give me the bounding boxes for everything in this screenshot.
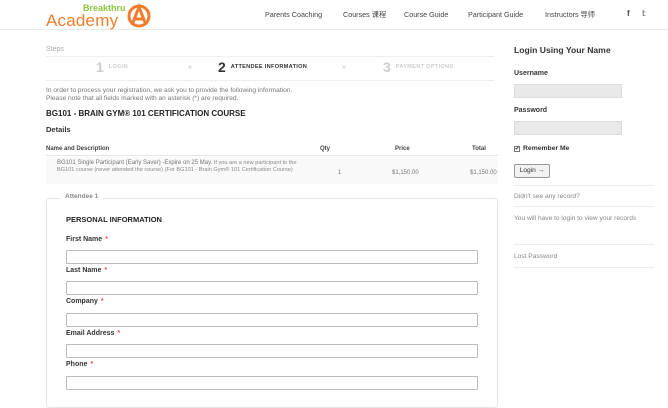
divider <box>514 185 654 186</box>
ticket-price: $1,150.00 <box>392 170 419 176</box>
phone-field[interactable] <box>66 376 478 390</box>
steps-label: Steps <box>46 46 64 53</box>
no-record-link[interactable]: Didn't see any record? <box>514 191 644 202</box>
attendee-legend: Attendee 1 <box>60 193 104 200</box>
company-field[interactable] <box>66 313 478 327</box>
first-name-label: First Name * <box>66 236 108 243</box>
instruction-text: In order to process your registration, w… <box>46 87 293 94</box>
divider <box>514 244 654 245</box>
email-field[interactable] <box>66 344 478 358</box>
divider <box>46 80 494 81</box>
step-payment-options: 3 PAYMENT OPTIONS <box>383 59 454 75</box>
company-label: Company * <box>66 298 104 305</box>
step-arrow: » <box>188 64 192 71</box>
username-input[interactable] <box>514 84 622 98</box>
nav-participant-guide[interactable]: Participant Guide <box>468 10 523 19</box>
step-attendee-information: 2 ATTENDEE INFORMATION <box>218 59 308 75</box>
col-header-qty: Qty <box>320 146 331 152</box>
ticket-qty: 1 <box>338 170 342 176</box>
divider <box>46 56 494 57</box>
phone-label: Phone * <box>66 361 94 368</box>
lost-password-link[interactable]: Lost Password <box>514 251 644 262</box>
step-arrow: » <box>342 64 346 71</box>
ticket-description: BG101 Single Participant (Early Saver) -… <box>57 160 297 174</box>
checkbox-icon[interactable]: ✔ <box>514 145 520 152</box>
username-label: Username <box>514 70 548 77</box>
step-login: 1 LOGIN <box>96 59 129 75</box>
nav-instructors[interactable]: Instructors 导师 <box>545 10 595 20</box>
table-header-divider <box>46 155 498 156</box>
col-header-total: Total <box>472 146 486 152</box>
nav-course-guide[interactable]: Course Guide <box>404 10 448 19</box>
facebook-icon[interactable]: f <box>627 9 630 18</box>
login-records-link[interactable]: You will have to login to view your reco… <box>514 213 644 224</box>
last-name-field[interactable] <box>66 281 478 295</box>
sidebar-login-title: Login Using Your Name <box>514 45 611 55</box>
details-heading: Details <box>46 125 71 134</box>
nav-courses[interactable]: Courses 课程 <box>343 10 386 20</box>
site-header: Breakthru Academy Parents Coaching Cours… <box>0 0 668 30</box>
divider <box>514 267 654 268</box>
ticket-total: $1,150.00 <box>470 170 497 176</box>
logo[interactable]: Breakthru Academy <box>46 1 156 30</box>
course-title: BG101 - BRAIN GYM® 101 CERTIFICATION COU… <box>46 109 246 118</box>
first-name-field[interactable] <box>66 250 478 264</box>
required-note-text: Please note that all fields marked with … <box>46 95 239 102</box>
password-input[interactable] <box>514 121 622 135</box>
login-button[interactable]: Login → <box>514 164 550 178</box>
col-header-price: Price <box>395 146 410 152</box>
logo-main-text: Academy <box>46 11 119 30</box>
col-header-name: Name and Description <box>46 146 110 152</box>
divider <box>514 206 654 207</box>
personal-information-heading: PERSONAL INFORMATION <box>66 215 162 224</box>
logo-mark-icon <box>127 2 151 28</box>
remember-me-checkbox[interactable]: ✔ Remember Me <box>514 145 569 152</box>
nav-parents-coaching[interactable]: Parents Coaching <box>265 10 322 19</box>
last-name-label: Last Name * <box>66 267 108 274</box>
email-label: Email Address * <box>66 330 121 337</box>
twitter-icon[interactable]: 𝕥 <box>642 9 646 18</box>
password-label: Password <box>514 107 548 114</box>
